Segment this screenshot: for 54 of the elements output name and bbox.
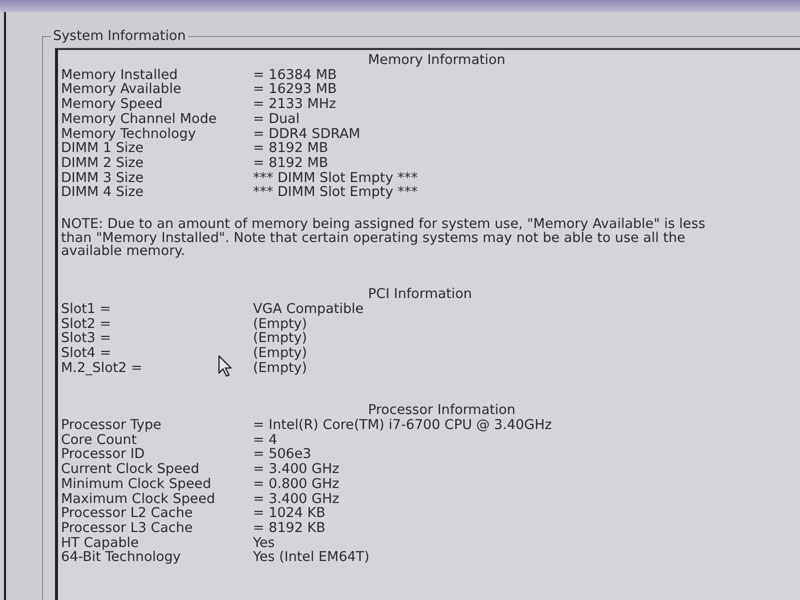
field-label: Processor L2 Cache — [61, 506, 193, 521]
mouse-pointer-icon — [218, 355, 234, 377]
section-heading: PCI Information — [368, 286, 472, 302]
field-label: DIMM 1 Size — [61, 141, 144, 156]
field-value: = 0.800 GHz — [253, 476, 340, 492]
field-value: = DDR4 SDRAM — [253, 126, 360, 142]
field-label: Current Clock Speed — [61, 462, 200, 477]
field-label: DIMM 3 Size — [61, 170, 144, 186]
field-value: VGA Compatible — [253, 302, 364, 317]
field-value: = 16293 MB — [253, 82, 337, 98]
field-value: Yes — [253, 536, 275, 550]
field-label: M.2_Slot2 = — [61, 360, 142, 376]
field-value: = 3.400 GHz — [253, 462, 340, 477]
field-value: *** DIMM Slot Empty *** — [253, 170, 418, 186]
field-value: = 2133 MHz — [253, 97, 336, 112]
field-value: (Empty) — [253, 346, 308, 361]
field-label: DIMM 2 Size — [61, 156, 144, 171]
field-value: = Intel(R) Core(TM) i7-6700 CPU @ 3.40GHz — [253, 418, 552, 433]
field-value: = 16384 MB — [253, 68, 337, 82]
field-value: = 4 — [253, 432, 278, 448]
field-label: Minimum Clock Speed — [61, 476, 212, 492]
field-value: *** DIMM Slot Empty *** — [253, 185, 418, 200]
field-value: = 1024 KB — [253, 506, 326, 521]
field-value: (Empty) — [253, 331, 308, 346]
section-heading: Memory Information — [368, 52, 506, 68]
field-value: = 3.400 GHz — [253, 492, 340, 506]
field-label: Memory Channel Mode — [61, 112, 217, 127]
field-value: = 8192 MB — [253, 156, 328, 171]
field-value: (Empty) — [253, 316, 308, 332]
field-value: = 8192 MB — [253, 141, 328, 156]
field-label: Slot4 = — [61, 346, 112, 361]
group-box-title: System Information — [52, 28, 187, 44]
field-value: = 506e3 — [253, 447, 312, 462]
field-label: Processor L3 Cache — [61, 520, 193, 536]
field-value: = 8192 KB — [253, 520, 326, 536]
field-label: 64-Bit Technology — [61, 550, 181, 566]
field-label: Processor Type — [61, 418, 162, 433]
field-label: Processor ID — [61, 447, 145, 462]
field-label: Memory Technology — [61, 126, 196, 142]
note-text: NOTE: Due to an amount of memory being assigned for system use, "Memory Available" is less than "Memory Installed". Note that certain operating systems may not be able to use all the available memory. — [61, 218, 706, 260]
field-label: HT Capable — [61, 536, 139, 550]
field-label: Maximum Clock Speed — [61, 492, 216, 506]
field-value: = Dual — [253, 112, 300, 127]
field-label: Memory Speed — [61, 97, 163, 112]
field-label: Core Count — [61, 432, 137, 448]
section-heading: Processor Information — [368, 402, 516, 418]
field-label: Slot3 = — [61, 331, 112, 346]
field-label: DIMM 4 Size — [61, 185, 144, 200]
field-label: Slot1 = — [61, 302, 112, 317]
field-label: Memory Installed — [61, 68, 178, 82]
field-value: (Empty) — [253, 360, 308, 376]
field-label: Slot2 = — [61, 316, 112, 332]
field-value: Yes (Intel EM64T) — [253, 550, 370, 566]
field-label: Memory Available — [61, 82, 182, 98]
